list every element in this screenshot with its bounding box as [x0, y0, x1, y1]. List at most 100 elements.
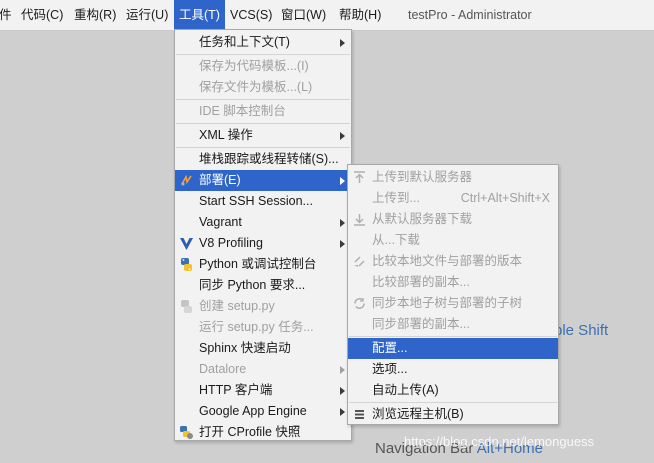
menu-file[interactable]: 件 — [0, 0, 17, 30]
menu-item-label: 保存文件为模板...(L) — [199, 80, 313, 94]
watermark: https://blog.csdn.net/lemonguess — [404, 434, 595, 449]
menu-item-label: 运行 setup.py 任务... — [199, 320, 314, 334]
menu-separator — [176, 147, 350, 148]
menu-code[interactable]: 代码(C) — [16, 0, 68, 30]
menu-run[interactable]: 运行(U) — [121, 0, 173, 30]
menu-item-create-setup-py[interactable]: 创建 setup.py — [175, 296, 351, 317]
menu-item-upload-to[interactable]: 上传到... Ctrl+Alt+Shift+X — [348, 188, 558, 209]
menu-item-label: HTTP 客户端 — [199, 383, 273, 397]
menu-item-label: 打开 CProfile 快照 — [199, 425, 301, 439]
menu-item-label: 同步 Python 要求... — [199, 278, 306, 292]
menu-item-label: 同步部署的副本... — [372, 317, 470, 331]
menu-item-stack-trace[interactable]: 堆栈跟踪或线程转储(S)... — [175, 149, 351, 170]
menu-item-label: Vagrant — [199, 215, 242, 229]
menu-item-label: 上传到默认服务器 — [372, 170, 473, 184]
menu-item-http-client[interactable]: HTTP 客户端 — [175, 380, 351, 401]
menu-item-label: Google App Engine — [199, 404, 307, 418]
menu-item-ide-script-console[interactable]: IDE 脚本控制台 — [175, 101, 351, 122]
menu-item-automatic-upload[interactable]: 自动上传(A) — [348, 380, 558, 401]
hint-double-shift: ble Shift — [554, 322, 609, 339]
menu-item-label: 浏览远程主机(B) — [372, 407, 464, 421]
menu-separator — [176, 99, 350, 100]
menu-item-label: 从默认服务器下载 — [372, 212, 473, 226]
menu-item-label: 配置... — [372, 341, 408, 355]
menu-item-label: Sphinx 快速启动 — [199, 341, 291, 355]
upload-icon — [352, 170, 367, 185]
submenu-arrow-icon — [340, 240, 345, 248]
menu-item-sync-deployed-copies[interactable]: 同步部署的副本... — [348, 314, 558, 335]
menu-item-download-from[interactable]: 从...下载 — [348, 230, 558, 251]
menu-item-label: 堆栈跟踪或线程转储(S)... — [199, 152, 339, 166]
menu-item-label: 自动上传(A) — [372, 383, 439, 397]
menu-item-label: Start SSH Session... — [199, 194, 313, 208]
menu-item-label: 上传到... — [372, 191, 420, 205]
menu-item-open-cprofile-snapshot[interactable]: 打开 CProfile 快照 — [175, 422, 351, 443]
menu-item-options[interactable]: 选项... — [348, 359, 558, 380]
deploy-icon — [179, 173, 194, 188]
menu-refactor[interactable]: 重构(R) — [69, 0, 121, 30]
download-icon — [352, 212, 367, 227]
menu-item-compare-deployed[interactable]: 比较本地文件与部署的版本 — [348, 251, 558, 272]
v8-icon — [179, 236, 194, 251]
tools-menu: 任务和上下文(T) 保存为代码模板...(I) 保存文件为模板...(L) ID… — [174, 29, 352, 441]
menu-item-vagrant[interactable]: Vagrant — [175, 212, 351, 233]
submenu-arrow-icon — [340, 366, 345, 374]
python-icon — [179, 257, 194, 272]
sync-icon — [352, 296, 367, 311]
menu-item-label: IDE 脚本控制台 — [199, 104, 286, 118]
menu-separator — [176, 54, 350, 55]
window-title: testPro - Administrator — [408, 8, 532, 22]
menu-item-label: 同步本地子树与部署的子树 — [372, 296, 523, 310]
menu-item-save-code-template[interactable]: 保存为代码模板...(I) — [175, 56, 351, 77]
menu-item-label: 保存为代码模板...(I) — [199, 59, 309, 73]
menu-item-sync-python-requirements[interactable]: 同步 Python 要求... — [175, 275, 351, 296]
menu-item-label: Datalore — [199, 362, 247, 376]
menu-help[interactable]: 帮助(H) — [334, 0, 386, 30]
menu-window[interactable]: 窗口(W) — [276, 0, 331, 30]
menu-item-compare-deployed-copies[interactable]: 比较部署的副本... — [348, 272, 558, 293]
menu-item-sync-subtree[interactable]: 同步本地子树与部署的子树 — [348, 293, 558, 314]
menu-separator — [349, 402, 557, 403]
menu-item-start-ssh-session[interactable]: Start SSH Session... — [175, 191, 351, 212]
menu-item-xml-actions[interactable]: XML 操作 — [175, 125, 351, 146]
cprofile-icon — [179, 425, 194, 440]
menu-item-shortcut: Ctrl+Alt+Shift+X — [460, 191, 550, 205]
submenu-arrow-icon — [340, 132, 345, 140]
menu-item-deployment[interactable]: 部署(E) — [175, 170, 351, 191]
submenu-arrow-icon — [340, 219, 345, 227]
submenu-arrow-icon — [340, 177, 345, 185]
menu-item-datalore[interactable]: Datalore — [175, 359, 351, 380]
menu-item-label: 比较本地文件与部署的版本 — [372, 254, 523, 268]
compare-icon — [352, 254, 367, 269]
menu-item-python-console[interactable]: Python 或调试控制台 — [175, 254, 351, 275]
menu-item-sphinx-quickstart[interactable]: Sphinx 快速启动 — [175, 338, 351, 359]
menu-item-label: 创建 setup.py — [199, 299, 275, 313]
menu-item-label: 任务和上下文(T) — [199, 35, 290, 49]
menu-item-configuration[interactable]: 配置... — [348, 338, 558, 359]
menu-item-save-file-template[interactable]: 保存文件为模板...(L) — [175, 77, 351, 98]
menu-separator — [349, 336, 557, 337]
menu-item-tasks-context[interactable]: 任务和上下文(T) — [175, 32, 351, 53]
menu-item-google-app-engine[interactable]: Google App Engine — [175, 401, 351, 422]
remote-host-icon — [352, 407, 367, 422]
submenu-arrow-icon — [340, 408, 345, 416]
menu-item-label: 选项... — [372, 362, 408, 376]
menu-item-download-default-server[interactable]: 从默认服务器下载 — [348, 209, 558, 230]
menu-item-label: Python 或调试控制台 — [199, 257, 317, 271]
menu-separator — [176, 123, 350, 124]
menu-item-label: 从...下载 — [372, 233, 420, 247]
submenu-arrow-icon — [340, 39, 345, 47]
submenu-arrow-icon — [340, 387, 345, 395]
setup-py-icon — [179, 299, 194, 314]
menu-item-v8-profiling[interactable]: V8 Profiling — [175, 233, 351, 254]
menu-item-upload-default-server[interactable]: 上传到默认服务器 — [348, 167, 558, 188]
menu-item-label: 部署(E) — [199, 173, 241, 187]
menu-item-label: XML 操作 — [199, 128, 253, 142]
menu-item-label: 比较部署的副本... — [372, 275, 470, 289]
menu-item-label: V8 Profiling — [199, 236, 263, 250]
menu-tools[interactable]: 工具(T) — [174, 0, 225, 30]
menu-item-run-setup-py-task[interactable]: 运行 setup.py 任务... — [175, 317, 351, 338]
menu-item-browse-remote-host[interactable]: 浏览远程主机(B) — [348, 404, 558, 425]
menu-vcs[interactable]: VCS(S) — [225, 0, 277, 30]
deployment-submenu: 上传到默认服务器 上传到... Ctrl+Alt+Shift+X 从默认服务器下… — [347, 164, 559, 425]
